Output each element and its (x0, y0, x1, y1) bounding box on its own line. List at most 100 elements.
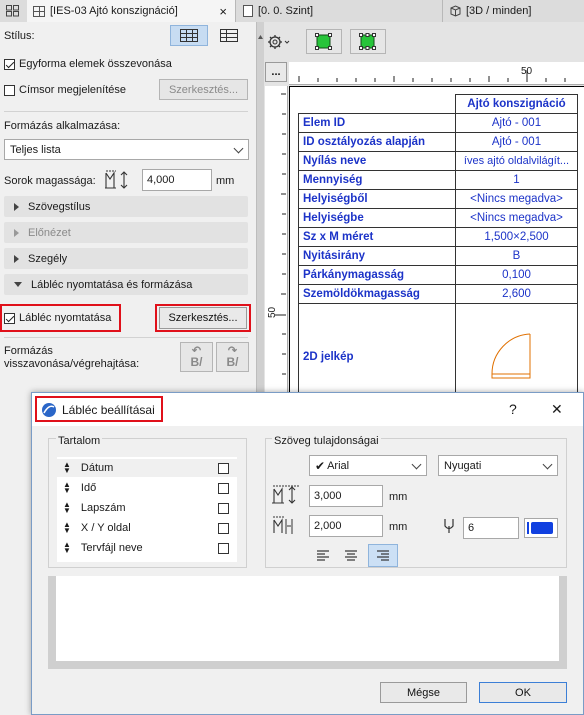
pen-input[interactable]: 6 (463, 517, 519, 539)
table-row[interactable]: Sz x M méret 1,500×2,500 (298, 227, 578, 247)
text-width-input[interactable]: 2,000 (309, 515, 383, 537)
select-group-button[interactable] (350, 29, 386, 54)
egyforma-label: Egyforma elemek összevonása (19, 58, 172, 70)
row-value: Ajtó - 001 (455, 113, 578, 133)
table-row[interactable]: Helyiségből <Nincs megadva> (298, 189, 578, 209)
script-select[interactable]: Nyugati (438, 455, 558, 476)
section-szegely[interactable]: Szegély (4, 248, 248, 269)
table-row[interactable]: Helyiségbe <Nincs megadva> (298, 208, 578, 228)
schedule-icon (33, 5, 45, 17)
tab-3d[interactable]: [3D / minden] (444, 0, 584, 22)
table-row[interactable]: Párkánymagasság 0,100 (298, 265, 578, 285)
drag-handle-icon[interactable]: ▲ ▼ (63, 501, 71, 515)
cimsor-checkbox[interactable] (4, 84, 15, 96)
format-undo-button[interactable]: ↶ B/ (180, 342, 213, 372)
size1-unit: mm (389, 491, 408, 503)
row-key: Nyílás neve (298, 151, 456, 171)
select-mode-button[interactable] (306, 29, 342, 54)
table-row[interactable]: Nyílás neve íves ajtó oldalvilágít... (298, 151, 578, 171)
schedule-table: Ajtó konszignáció Elem ID Ajtó - 001 ID o… (298, 94, 578, 410)
ruler-more-button[interactable]: ... (265, 62, 287, 82)
drag-handle-icon[interactable]: ▲ ▼ (63, 461, 71, 475)
section-szovegstilus[interactable]: Szövegstílus (4, 196, 248, 217)
pen-color-marker (527, 522, 529, 534)
list-item[interactable]: ▲ ▼ Lapszám (57, 499, 237, 517)
section-elonezet[interactable]: Előnézet (4, 222, 248, 243)
section-label: Szegély (28, 252, 68, 265)
align-left-button[interactable] (312, 546, 334, 566)
item-checkbox[interactable] (218, 543, 229, 554)
drag-handle-icon[interactable]: ▲ ▼ (63, 481, 71, 495)
item-checkbox[interactable] (218, 503, 229, 514)
text-width-icon (272, 515, 300, 537)
help-button[interactable]: ? (509, 401, 517, 417)
row-key: Mennyiség (298, 170, 456, 190)
undo-label-line2: visszavonása/végrehajtása: (4, 358, 140, 370)
row-value: Ajtó - 001 (455, 132, 578, 152)
lablec-checkbox-row[interactable]: Lábléc nyomtatása (4, 312, 111, 324)
stilus-label: Stílus: (4, 30, 35, 42)
style-grid-button-selected[interactable] (170, 25, 208, 46)
format-redo-button[interactable]: ↷ B/ (216, 342, 249, 372)
undo-arrow-icon: ↶ (191, 344, 202, 357)
top-ruler: 50 (289, 62, 584, 85)
size2-unit: mm (389, 521, 408, 533)
row-value: <Nincs megadva> (455, 208, 578, 228)
item-checkbox[interactable] (218, 483, 229, 494)
drag-handle-icon[interactable]: ▲ ▼ (63, 541, 71, 555)
pen-color-button[interactable] (524, 518, 558, 538)
table-row[interactable]: Elem ID Ajtó - 001 (298, 113, 578, 133)
section-lablec[interactable]: Lábléc nyomtatása és formázása (4, 274, 248, 295)
lablec-edit-button[interactable]: Szerkesztés... (159, 307, 247, 329)
egyforma-checkbox[interactable] (4, 58, 15, 70)
cimsor-edit-button[interactable]: Szerkesztés... (159, 79, 248, 100)
row-key: Elem ID (298, 113, 456, 133)
sorok-input[interactable]: 4,000 (142, 169, 212, 191)
align-right-button-selected[interactable] (368, 544, 398, 567)
row-key: Szemöldökmagasság (298, 284, 456, 304)
item-checkbox[interactable] (218, 523, 229, 534)
row-key: Nyitásirány (298, 246, 456, 266)
ok-button[interactable]: OK (479, 682, 567, 703)
cancel-button[interactable]: Mégse (380, 682, 467, 703)
cube-icon (450, 5, 461, 17)
list-item[interactable]: ▲ ▼ X / Y oldal (57, 519, 237, 537)
tab-schedule[interactable]: [IES-03 Ajtó konszignáció] × (27, 0, 236, 22)
footer-settings-dialog: Lábléc beállításai ? ✕ Tartalom ▲ ▼ Dátum… (31, 392, 584, 715)
style-grid-button[interactable] (212, 25, 248, 46)
left-ruler: 50 (265, 86, 288, 407)
font-select[interactable]: ✔ Arial (309, 455, 427, 476)
list-item[interactable]: ▲ ▼ Tervfájl neve (57, 539, 237, 557)
grid-view-icon[interactable] (6, 5, 19, 17)
egyforma-checkbox-row[interactable]: Egyforma elemek összevonása (4, 58, 172, 70)
text-height-input[interactable]: 3,000 (309, 485, 383, 507)
settings-gear-button[interactable] (265, 31, 291, 53)
item-checkbox[interactable] (218, 463, 229, 474)
cimsor-checkbox-row[interactable]: Címsor megjelenítése (4, 84, 126, 96)
table-row[interactable]: Nyitásirány B (298, 246, 578, 266)
drag-handle-icon[interactable]: ▲ ▼ (63, 521, 71, 535)
schedule-title: Ajtó konszignáció (455, 94, 578, 114)
door-plan-symbol-icon (491, 333, 531, 379)
list-item[interactable]: ▲ ▼ Dátum (57, 459, 237, 477)
floor-plan-icon (243, 5, 253, 17)
lablec-checkbox[interactable] (4, 312, 15, 324)
item-label: Tervfájl neve (80, 542, 143, 554)
scroll-up-icon[interactable] (257, 32, 264, 40)
archicad-logo-icon (41, 402, 57, 418)
formazas-select[interactable]: Teljes lista (4, 139, 249, 160)
table-row[interactable]: Mennyiség 1 (298, 170, 578, 190)
close-icon[interactable]: ✕ (551, 401, 563, 418)
expand-arrow-icon (14, 228, 19, 237)
list-item[interactable]: ▲ ▼ Idő (57, 479, 237, 497)
align-center-button[interactable] (340, 546, 362, 566)
redo-arrow-icon: ↷ (227, 344, 238, 357)
ruler-tick-label: 50 (521, 66, 533, 77)
table-row[interactable]: Szemöldökmagasság 2,600 (298, 284, 578, 304)
table-row[interactable]: ID osztályozás alapján Ajtó - 001 (298, 132, 578, 152)
divider (4, 337, 248, 338)
tab-floor-plan[interactable]: [0. 0. Szint] (237, 0, 443, 22)
section-label: Szövegstílus (28, 200, 91, 213)
ruler-tick-label: 50 (267, 306, 278, 318)
tab-close-icon[interactable]: × (219, 4, 227, 19)
